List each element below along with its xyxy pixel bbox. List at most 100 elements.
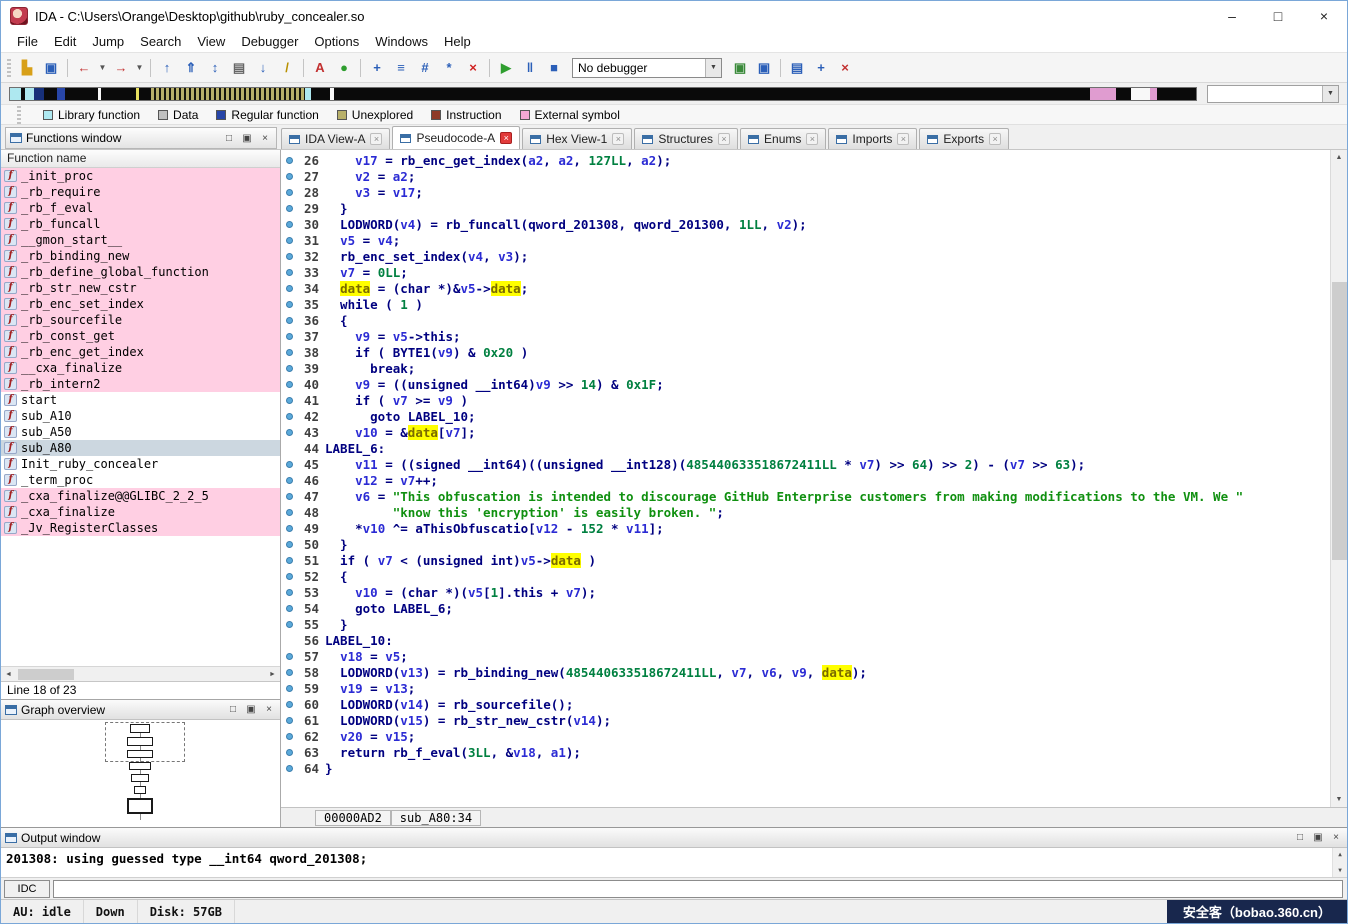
- code-line[interactable]: 52 {: [281, 568, 1347, 584]
- code-line[interactable]: 35 while ( 1 ): [281, 296, 1347, 312]
- code-line[interactable]: 42 goto LABEL_10;: [281, 408, 1347, 424]
- code-line[interactable]: 64}: [281, 760, 1347, 776]
- close-tab-icon[interactable]: ×: [612, 133, 624, 145]
- function-row[interactable]: f_rb_funcall: [1, 216, 280, 232]
- maximize-panel-icon[interactable]: □: [226, 704, 240, 715]
- back-icon[interactable]: ←: [73, 58, 95, 78]
- code-line[interactable]: 60 LODWORD(v14) = rb_sourcefile();: [281, 696, 1347, 712]
- maximize-button[interactable]: □: [1255, 1, 1301, 31]
- float-panel-icon[interactable]: ▣: [1311, 832, 1325, 843]
- menu-item-edit[interactable]: Edit: [46, 32, 84, 51]
- pseudocode-lines[interactable]: 26 v17 = rb_enc_get_index(a2, a2, 127LL,…: [281, 150, 1347, 807]
- code-line[interactable]: 59 v19 = v13;: [281, 680, 1347, 696]
- scroll-right-icon[interactable]: ►: [265, 667, 280, 681]
- function-row[interactable]: f_rb_require: [1, 184, 280, 200]
- scroll-up-icon[interactable]: ▲: [1333, 848, 1347, 861]
- function-row[interactable]: f_cxa_finalize: [1, 504, 280, 520]
- close-tab-icon[interactable]: ×: [897, 133, 909, 145]
- code-line[interactable]: 39 break;: [281, 360, 1347, 376]
- code-line[interactable]: 36 {: [281, 312, 1347, 328]
- tab-exports[interactable]: Exports×: [919, 128, 1009, 149]
- code-line[interactable]: 56LABEL_10:: [281, 632, 1347, 648]
- code-line[interactable]: 45 v11 = ((signed __int64)((unsigned __i…: [281, 456, 1347, 472]
- code-line[interactable]: 54 goto LABEL_6;: [281, 600, 1347, 616]
- code-line[interactable]: 61 LODWORD(v15) = rb_str_new_cstr(v14);: [281, 712, 1347, 728]
- code-line[interactable]: 43 v10 = &data[v7];: [281, 424, 1347, 440]
- scroll-left-icon[interactable]: ◄: [1, 667, 16, 681]
- code-line[interactable]: 62 v20 = v15;: [281, 728, 1347, 744]
- tab-enums[interactable]: Enums×: [740, 128, 826, 149]
- function-row[interactable]: f_rb_binding_new: [1, 248, 280, 264]
- function-row[interactable]: f_Jv_RegisterClasses: [1, 520, 280, 536]
- add-window-icon[interactable]: +: [810, 58, 832, 78]
- code-line[interactable]: 34 data = (char *)&v5->data;: [281, 280, 1347, 296]
- graph-overview-canvas[interactable]: [1, 720, 280, 827]
- close-window-icon[interactable]: ×: [834, 58, 856, 78]
- jump-segment-icon[interactable]: ↕: [204, 58, 226, 78]
- code-line[interactable]: 32 rb_enc_set_index(v4, v3);: [281, 248, 1347, 264]
- output-window-titlebar[interactable]: Output window □ ▣ ×: [1, 828, 1347, 848]
- open-subviews-icon[interactable]: ▤: [786, 58, 808, 78]
- print-icon[interactable]: ▤: [228, 58, 250, 78]
- text-view-icon[interactable]: A: [309, 58, 331, 78]
- function-row[interactable]: f_rb_sourcefile: [1, 312, 280, 328]
- forward-history-icon[interactable]: ▼: [134, 58, 145, 78]
- close-tab-icon[interactable]: ×: [806, 133, 818, 145]
- edit-struct-icon[interactable]: ≡: [390, 58, 412, 78]
- function-row[interactable]: f__gmon_start__: [1, 232, 280, 248]
- function-row[interactable]: fsub_A50: [1, 424, 280, 440]
- debugger-combo[interactable]: No debugger▼: [572, 58, 722, 78]
- code-line[interactable]: 28 v3 = v17;: [281, 184, 1347, 200]
- function-row[interactable]: f_rb_str_new_cstr: [1, 280, 280, 296]
- code-line[interactable]: 48 "know this 'encryption' is easily bro…: [281, 504, 1347, 520]
- function-row[interactable]: f_rb_define_global_function: [1, 264, 280, 280]
- idc-input[interactable]: [53, 880, 1343, 898]
- idc-button[interactable]: IDC: [4, 880, 50, 898]
- menu-item-view[interactable]: View: [189, 32, 233, 51]
- start-process-icon[interactable]: ▶: [495, 58, 517, 78]
- code-line[interactable]: 57 v18 = v5;: [281, 648, 1347, 664]
- minimize-button[interactable]: –: [1209, 1, 1255, 31]
- jump-function-icon[interactable]: ⇑: [180, 58, 202, 78]
- code-line[interactable]: 46 v12 = v7++;: [281, 472, 1347, 488]
- code-line[interactable]: 53 v10 = (char *)(v5[1].this + v7);: [281, 584, 1347, 600]
- vscroll-thumb[interactable]: [1332, 282, 1347, 560]
- close-tab-icon[interactable]: ×: [718, 133, 730, 145]
- pseudocode-vscrollbar[interactable]: ▲ ▼: [1330, 150, 1347, 807]
- function-row[interactable]: f_rb_enc_get_index: [1, 344, 280, 360]
- menu-item-search[interactable]: Search: [132, 32, 189, 51]
- navigation-band[interactable]: [9, 87, 1197, 101]
- function-name-column-header[interactable]: Function name: [1, 150, 280, 168]
- code-line[interactable]: 31 v5 = v4;: [281, 232, 1347, 248]
- stop-process-icon[interactable]: ■: [543, 58, 565, 78]
- function-row[interactable]: f_rb_enc_set_index: [1, 296, 280, 312]
- jump-by-name-icon[interactable]: ↑: [156, 58, 178, 78]
- add-struct-icon[interactable]: +: [366, 58, 388, 78]
- graph-view-icon[interactable]: ●: [333, 58, 355, 78]
- tab-structures[interactable]: Structures×: [634, 128, 738, 149]
- open-file-icon[interactable]: ▙: [16, 58, 38, 78]
- function-row[interactable]: f_rb_f_eval: [1, 200, 280, 216]
- code-line[interactable]: 40 v9 = ((unsigned __int64)v9 >> 14) & 0…: [281, 376, 1347, 392]
- toolbar-grip[interactable]: [7, 59, 11, 77]
- close-panel-icon[interactable]: ×: [1329, 832, 1343, 843]
- output-log[interactable]: 201308: using guessed type __int64 qword…: [1, 848, 1347, 877]
- function-row[interactable]: fstart: [1, 392, 280, 408]
- menu-item-jump[interactable]: Jump: [84, 32, 132, 51]
- tab-pseudocode-a[interactable]: Pseudocode-A×: [392, 126, 520, 149]
- code-line[interactable]: 63 return rb_f_eval(3LL, &v18, a1);: [281, 744, 1347, 760]
- function-row[interactable]: f_init_proc: [1, 168, 280, 184]
- back-history-icon[interactable]: ▼: [97, 58, 108, 78]
- close-tab-icon[interactable]: ×: [500, 132, 512, 144]
- function-row[interactable]: f_rb_const_get: [1, 328, 280, 344]
- code-line[interactable]: 58 LODWORD(v13) = rb_binding_new(4854406…: [281, 664, 1347, 680]
- function-row[interactable]: f_cxa_finalize@@GLIBC_2_2_5: [1, 488, 280, 504]
- float-panel-icon[interactable]: ▣: [244, 704, 258, 715]
- tab-imports[interactable]: Imports×: [828, 128, 917, 149]
- pause-process-icon[interactable]: ‖: [519, 58, 541, 78]
- function-row[interactable]: fsub_A80: [1, 440, 280, 456]
- functions-window-titlebar[interactable]: Functions window □ ▣ ×: [5, 127, 277, 149]
- nav-combo[interactable]: ▼: [1207, 85, 1339, 103]
- code-line[interactable]: 26 v17 = rb_enc_get_index(a2, a2, 127LL,…: [281, 152, 1347, 168]
- output-vscrollbar[interactable]: ▲ ▼: [1332, 848, 1347, 877]
